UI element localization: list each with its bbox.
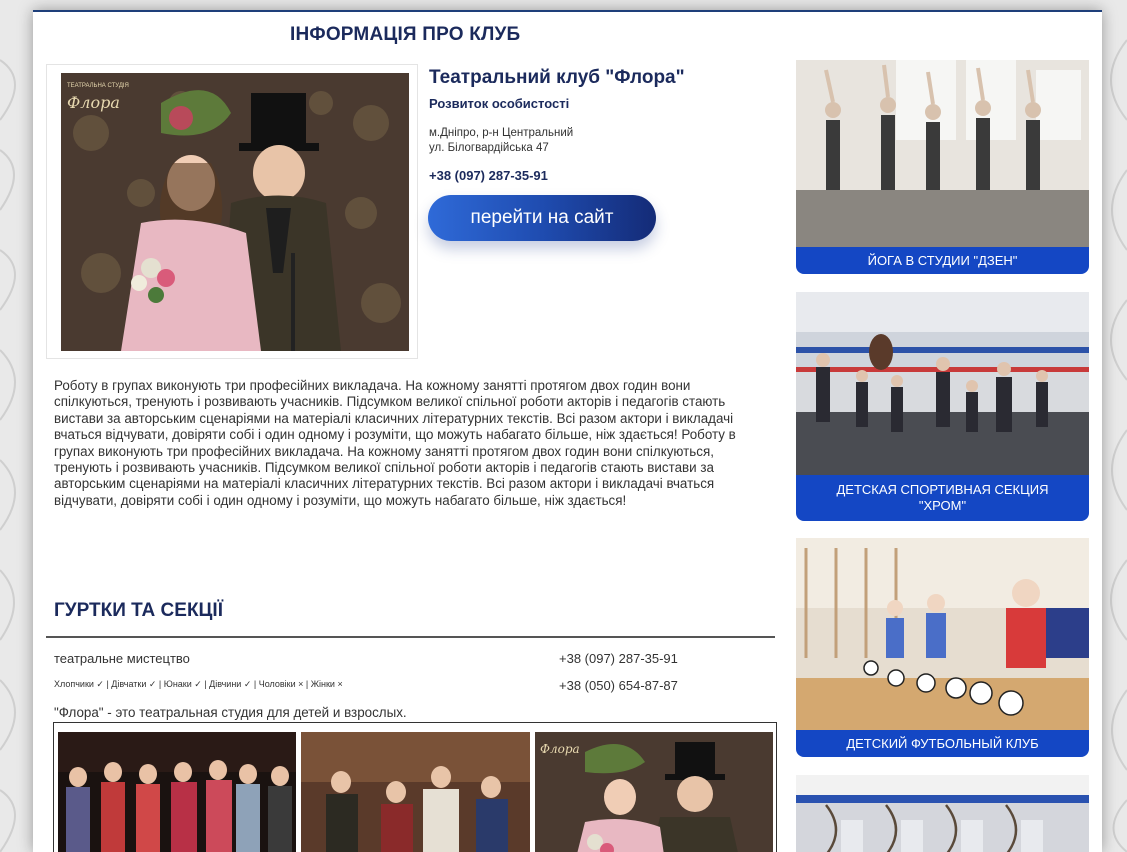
club-phone[interactable]: +38 (097) 287-35-91 [429, 168, 548, 183]
sidebar-card-boxing[interactable]: ДЕТСКАЯ СПОРТИВНАЯ СЕКЦИЯ "ХРОМ" [796, 292, 1089, 521]
sections-divider [46, 636, 775, 638]
section-phone-1[interactable]: +38 (097) 287-35-91 [559, 651, 678, 666]
sections-title: ГУРТКИ ТА СЕКЦІЇ [54, 600, 223, 621]
section-description: "Флора" - это театральная студия для дет… [54, 705, 407, 720]
sidebar-card-football[interactable]: ДЕТСКИЙ ФУТБОЛЬНЫЙ КЛУБ [796, 538, 1089, 757]
address-line-2: ул. Білогвардійська 47 [429, 142, 549, 154]
address-line-1: м.Дніпро, р-н Центральний [429, 127, 574, 139]
club-address: м.Дніпро, р-н Центральний ул. Білогварді… [429, 126, 573, 156]
club-info-main: ІНФОРМАЦІЯ ПРО КЛУБ ТЕАТРАЛЬНА СТУДІЯ Фл… [33, 12, 783, 852]
card-image-archery [796, 775, 1089, 852]
section-title: ІНФОРМАЦІЯ ПРО КЛУБ [290, 24, 521, 45]
photo-gallery: Флора [53, 722, 777, 852]
card-label-yoga[interactable]: ЙОГА В СТУДИИ "ДЗЕН" [796, 247, 1089, 274]
gallery-image-2[interactable] [301, 732, 530, 852]
card-label-boxing[interactable]: ДЕТСКАЯ СПОРТИВНАЯ СЕКЦИЯ "ХРОМ" [796, 475, 1089, 521]
section-item-name: театральне мистецтво [54, 651, 190, 666]
club-photo: ТЕАТРАЛЬНА СТУДІЯ Флора [61, 73, 409, 351]
sidebar-card-archery[interactable] [796, 775, 1089, 852]
gallery-image-3[interactable]: Флора [535, 732, 773, 852]
gallery-image-1[interactable] [58, 732, 296, 852]
sidebar-card-yoga[interactable]: ЙОГА В СТУДИИ "ДЗЕН" [796, 60, 1089, 274]
page-container: ІНФОРМАЦІЯ ПРО КЛУБ ТЕАТРАЛЬНА СТУДІЯ Фл… [33, 10, 1102, 852]
section-phone-2[interactable]: +38 (050) 654-87-87 [559, 678, 678, 693]
go-to-site-button[interactable]: перейти на сайт [428, 195, 656, 241]
card-image-football [796, 538, 1089, 733]
gallery-logo-text: Флора [540, 742, 580, 756]
club-photo-frame: ТЕАТРАЛЬНА СТУДІЯ Флора [46, 64, 418, 359]
section-audience-tags: Хлопчики ✓ | Дівчатки ✓ | Юнаки ✓ | Дівч… [54, 679, 343, 689]
club-description: Роботу в групах виконують три професійни… [54, 378, 736, 508]
card-label-football[interactable]: ДЕТСКИЙ ФУТБОЛЬНЫЙ КЛУБ [796, 730, 1089, 757]
club-name: Театральний клуб "Флора" [429, 67, 685, 88]
card-image-yoga [796, 60, 1089, 250]
card-image-boxing [796, 292, 1089, 477]
club-subtitle: Розвиток особистості [429, 96, 570, 111]
photo-logo-text: Флора [67, 93, 120, 112]
photo-studio-caption: ТЕАТРАЛЬНА СТУДІЯ [67, 83, 129, 89]
